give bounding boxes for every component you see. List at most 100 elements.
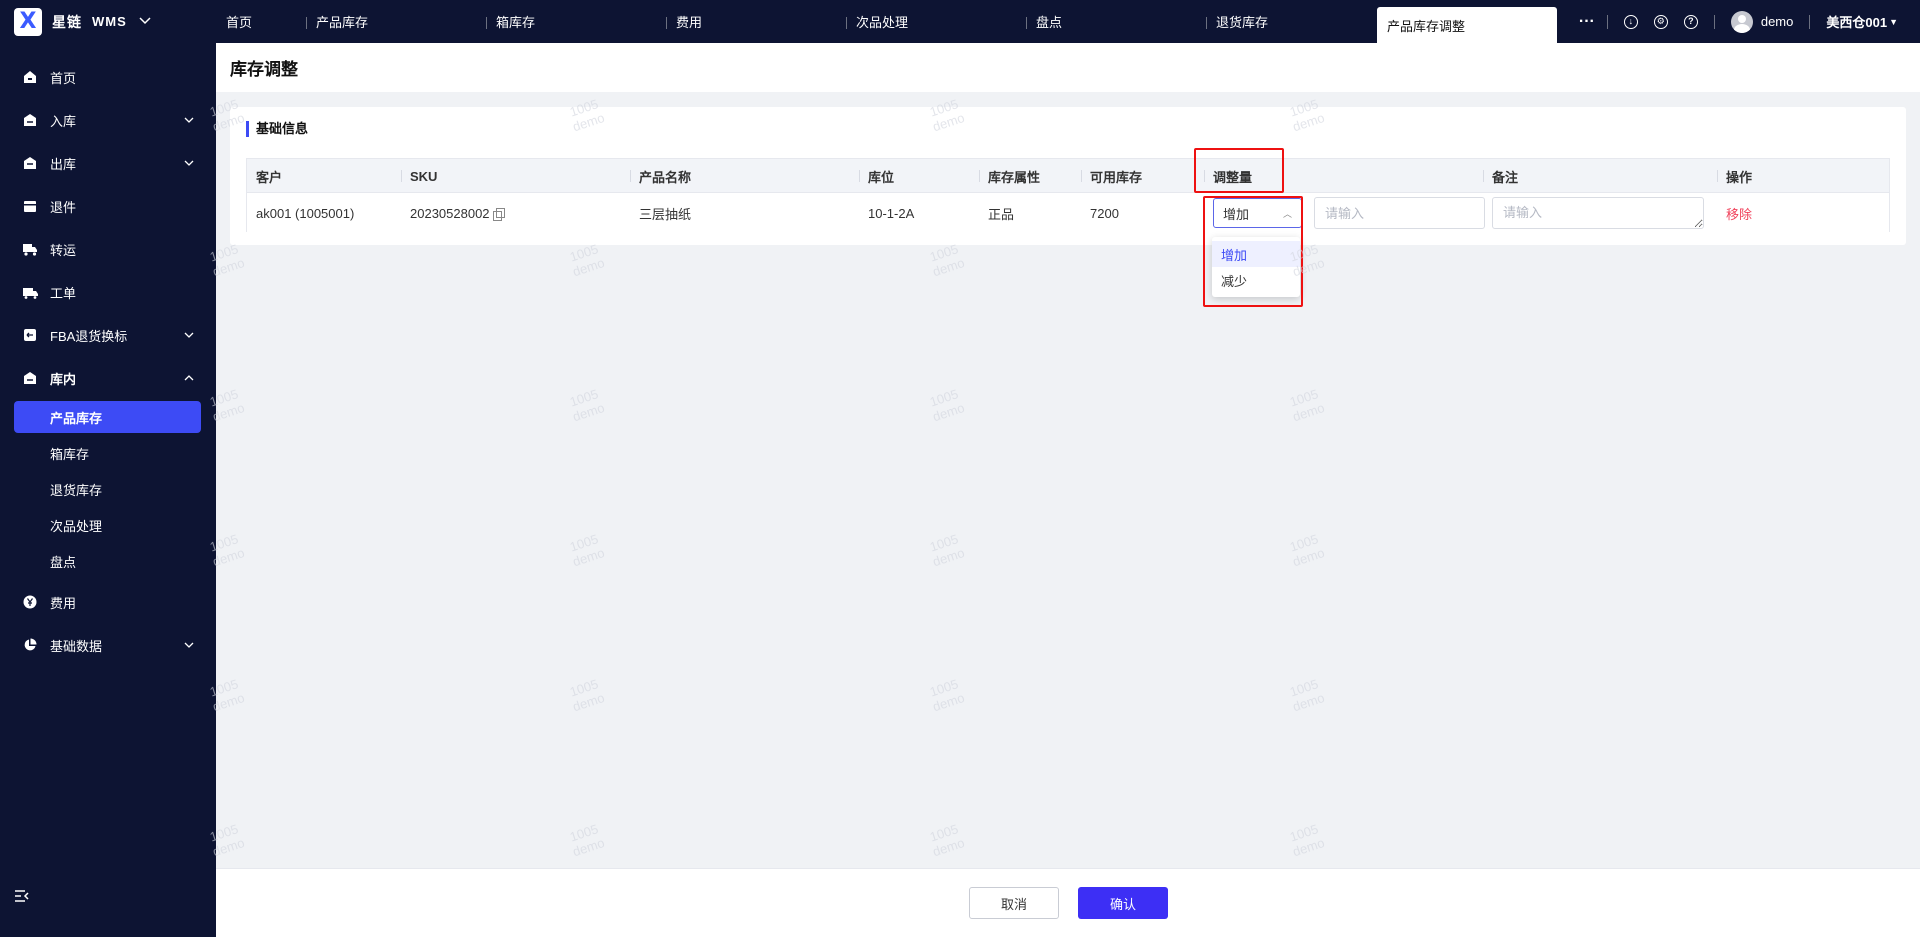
inventory-adjust-table: 客户 SKU 产品名称 库位 库存属性 可用库存 调整量 备注 操作 ak001… [246,158,1890,232]
cell-available: 7200 [1090,205,1119,221]
header-adjust-qty: 调整量 [1203,159,1252,193]
chevron-down-icon [184,115,194,126]
watermark: 1005 demo [927,821,967,860]
watermark: 1005 demo [567,821,607,860]
pie-chart-icon [22,637,38,653]
header-actions: ··· ↓ ⚙ ? demo 美西仓001 ▼ [1579,0,1920,43]
chevron-down-icon [184,640,194,651]
dropdown-option-decrease[interactable]: 减少 [1212,267,1300,293]
collapse-sidebar-icon[interactable] [14,889,32,905]
top-tab-box-inventory[interactable]: 箱库存 [486,0,666,43]
sidebar-item-home[interactable]: 首页 [0,59,216,95]
chevron-up-icon [184,373,194,384]
top-tab-defective[interactable]: 次品处理 [846,0,1026,43]
confirm-button[interactable]: 确认 [1078,887,1168,919]
cell-sku: 20230528002 [410,194,505,232]
cell-attribute: 正品 [988,206,1015,222]
table-header: 客户 SKU 产品名称 库位 库存属性 可用库存 调整量 备注 操作 [247,159,1889,193]
watermark: 1005 demo [927,531,967,570]
logo-icon: X [14,7,42,36]
top-tab-stocktake[interactable]: 盘点 [1026,0,1206,43]
cell-product-name: 三层抽纸 [639,206,692,222]
warehouse-icon [22,370,38,386]
top-tab-inventory-adjust[interactable]: 产品库存调整 [1377,7,1557,43]
watermark: 1005 demo [567,241,607,280]
chevron-down-icon [184,330,194,341]
sidebar-item-outbound[interactable]: 出库 [0,145,216,181]
adjust-type-dropdown: 增加 减少 [1212,237,1300,297]
brand[interactable]: X 星链 WMS [0,0,216,43]
top-bar: X 星链 WMS 首页 产品库存 箱库存 费用 次品处理 盘点 退货库存 产品库… [0,0,1920,43]
chevron-down-icon[interactable] [139,16,151,28]
cell-customer: ak001 (1005001) [256,205,355,221]
sidebar-subitem-return-inventory[interactable]: 退货库存 [50,473,102,505]
sidebar-item-returns[interactable]: 退件 [0,188,216,224]
sidebar-item-inbound[interactable]: 入库 [0,102,216,138]
sidebar-subitem-box-inventory[interactable]: 箱库存 [50,437,89,469]
cell-location: 10-1-2A [868,205,915,221]
caret-down-icon: ▼ [1889,16,1898,27]
header-product-name: 产品名称 [629,159,691,193]
brand-product: WMS [92,14,127,29]
top-tab-product-inventory[interactable]: 产品库存 [306,0,486,43]
divider [1606,14,1608,29]
sidebar-item-base-data[interactable]: 基础数据 [0,627,216,663]
watermark: 1005 demo [567,386,607,425]
watermark: 1005 demo [567,531,607,570]
remove-link[interactable]: 移除 [1726,194,1752,232]
header-location: 库位 [858,159,894,193]
divider [1809,14,1811,29]
download-icon[interactable]: ↓ [1623,14,1638,29]
header-customer: 客户 [256,169,283,185]
top-tab-home[interactable]: 首页 [216,0,306,43]
table-row: ak001 (1005001) 20230528002 三层抽纸 10-1-2A… [247,194,1889,232]
header-remark: 备注 [1482,159,1518,193]
workorder-icon [22,284,38,300]
sidebar-item-transfer[interactable]: 转运 [0,231,216,267]
top-tabs: 首页 产品库存 箱库存 费用 次品处理 盘点 退货库存 产品库存调整 [216,0,1557,43]
avatar[interactable] [1730,10,1753,33]
sidebar-item-fba-relabel[interactable]: FBA退货换标 [0,317,216,353]
outbound-icon [22,155,38,171]
adjust-type-select[interactable]: 增加 ︿ [1213,198,1302,228]
cancel-button[interactable]: 取消 [969,887,1059,919]
chevron-down-icon [184,158,194,169]
dropdown-option-increase[interactable]: 增加 [1212,241,1300,267]
help-icon[interactable]: ? [1683,14,1698,29]
yen-icon [22,594,38,610]
sidebar-subitem-product-inventory[interactable]: 产品库存 [14,401,201,433]
sidebar-item-in-warehouse[interactable]: 库内 [0,360,216,396]
sidebar-subitem-stocktake[interactable]: 盘点 [50,545,76,577]
header-action: 操作 [1716,159,1752,193]
header-available: 可用库存 [1080,159,1142,193]
divider [1713,14,1715,29]
remark-input[interactable] [1492,197,1704,229]
more-tabs-icon[interactable]: ··· [1579,13,1595,31]
top-tab-fees[interactable]: 费用 [666,0,846,43]
sidebar: 首页 入库 出库 退件 转运 工单 FBA退货换标 库内 产品库存 箱库存 退货… [0,43,216,937]
fba-icon [22,327,38,343]
sidebar-subitem-defective[interactable]: 次品处理 [50,509,102,541]
inbound-icon [22,112,38,128]
section-title: 基础信息 [246,121,308,137]
adjust-qty-input[interactable] [1314,197,1485,229]
header-sku: SKU [400,159,437,193]
top-tab-return-inventory[interactable]: 退货库存 [1206,0,1377,43]
watermark: 1005 demo [1287,821,1327,860]
copy-icon[interactable] [492,207,505,221]
warehouse-selector[interactable]: 美西仓001 ▼ [1826,12,1898,31]
truck-icon [22,241,38,257]
user-name[interactable]: demo [1761,14,1794,29]
return-icon [22,198,38,214]
home-icon [22,69,38,85]
watermark: 1005 demo [1287,676,1327,715]
watermark: 1005 demo [1287,531,1327,570]
watermark: 1005 demo [567,676,607,715]
sidebar-item-fees[interactable]: 费用 [0,584,216,620]
gear-icon[interactable]: ⚙ [1653,14,1668,29]
page-header: 库存调整 [216,43,1920,92]
watermark: 1005 demo [927,386,967,425]
brand-name: 星链 [52,13,82,30]
header-attribute: 库存属性 [978,159,1040,193]
sidebar-item-workorder[interactable]: 工单 [0,274,216,310]
